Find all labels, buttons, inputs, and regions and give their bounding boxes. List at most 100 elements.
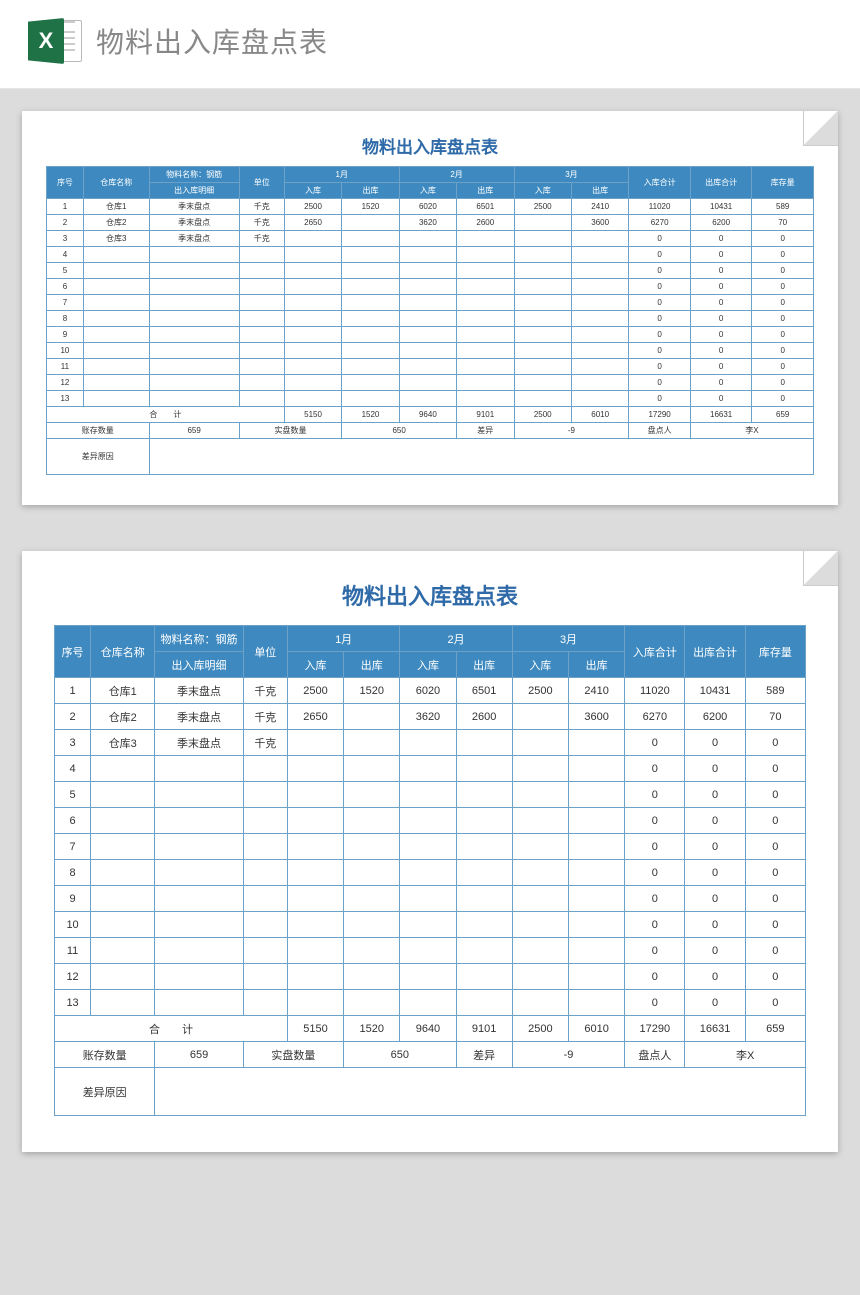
cell-m1in — [284, 359, 341, 375]
cell-m3in — [512, 782, 568, 808]
cell-warehouse — [83, 263, 149, 279]
table-row: 2仓库2季末盘点千克26503620260036006270620070 — [47, 215, 814, 231]
cell-tin: 0 — [629, 359, 691, 375]
cell-m2in: 3620 — [399, 215, 456, 231]
th-in: 入库 — [512, 652, 568, 678]
cell-tin: 0 — [629, 231, 691, 247]
cell-seq: 12 — [55, 964, 91, 990]
cell-m2in — [400, 808, 456, 834]
cell-m3out — [571, 295, 628, 311]
cell-unit — [239, 343, 284, 359]
cell-tin: 0 — [629, 263, 691, 279]
cell-m2out — [456, 756, 512, 782]
table-row: 5000 — [55, 782, 806, 808]
cell-seq: 6 — [55, 808, 91, 834]
cell-unit — [243, 782, 287, 808]
cell-m3in — [514, 279, 571, 295]
cell-m3out — [569, 756, 625, 782]
cell-tout: 0 — [685, 886, 745, 912]
diff: -9 — [512, 1042, 624, 1068]
cell-detail — [149, 343, 239, 359]
cell-m1in — [284, 391, 341, 407]
cell-m3in — [512, 756, 568, 782]
cell-stock: 0 — [745, 990, 805, 1016]
cell-detail — [155, 990, 243, 1016]
cell-m1out — [342, 215, 399, 231]
cell-seq: 11 — [47, 359, 84, 375]
page-title: 物料出入库盘点表 — [96, 21, 328, 61]
cell-warehouse: 仓库1 — [83, 199, 149, 215]
cell-m1out — [344, 886, 400, 912]
cell-seq: 3 — [55, 730, 91, 756]
actual-qty: 650 — [342, 423, 457, 439]
cell-detail — [155, 886, 243, 912]
cell-unit — [243, 808, 287, 834]
cell-warehouse — [83, 391, 149, 407]
cell-m3in — [514, 311, 571, 327]
cell-stock: 0 — [745, 860, 805, 886]
cell-detail — [149, 375, 239, 391]
th-seq: 序号 — [47, 167, 84, 199]
actual-qty-label: 实盘数量 — [239, 423, 342, 439]
cell-m2in — [399, 231, 456, 247]
cell-m2in — [400, 782, 456, 808]
cell-m1out — [342, 343, 399, 359]
cell-m2in — [400, 756, 456, 782]
cell-m3in — [514, 359, 571, 375]
cell-m3in — [514, 391, 571, 407]
cell-seq: 8 — [55, 860, 91, 886]
cell-unit — [239, 311, 284, 327]
cell-m2out — [456, 808, 512, 834]
cell-warehouse — [91, 912, 155, 938]
cell-m3in — [512, 938, 568, 964]
cell-tout: 0 — [685, 834, 745, 860]
th-stock: 库存量 — [752, 167, 814, 199]
table-header: 序号 仓库名称 物料名称：钢筋 单位 1月 2月 3月 入库合计 出库合计 库存… — [47, 167, 814, 199]
cell-stock: 0 — [745, 912, 805, 938]
cell-m3in — [514, 231, 571, 247]
cell-m2out — [456, 860, 512, 886]
cell-m2in — [400, 886, 456, 912]
cell-tout: 0 — [685, 964, 745, 990]
cell-unit — [239, 359, 284, 375]
cell-m1in — [287, 808, 343, 834]
table-row: 11000 — [47, 359, 814, 375]
cell: 16631 — [690, 407, 752, 423]
table-row: 13000 — [47, 391, 814, 407]
cell-m3in: 2500 — [512, 678, 568, 704]
totals-label: 合 计 — [55, 1016, 288, 1042]
cell-tin: 0 — [629, 311, 691, 327]
cell-tout: 0 — [690, 359, 752, 375]
cell-seq: 10 — [55, 912, 91, 938]
cell-m3out — [569, 730, 625, 756]
cell-detail — [149, 263, 239, 279]
cell-m3in — [512, 964, 568, 990]
excel-badge: X — [28, 18, 64, 64]
reason-row: 差异原因 — [55, 1068, 806, 1116]
cell-tin: 0 — [629, 343, 691, 359]
cell-m3out — [569, 964, 625, 990]
summary-row: 账存数量 659 实盘数量 650 差异 -9 盘点人 李X — [55, 1042, 806, 1068]
cell-warehouse — [91, 938, 155, 964]
cell: 9101 — [456, 1016, 512, 1042]
summary-row: 账存数量 659 实盘数量 650 差异 -9 盘点人 李X — [47, 423, 814, 439]
cell-m1in — [284, 295, 341, 311]
reason — [149, 439, 813, 475]
cell-tin: 0 — [625, 782, 685, 808]
cell-seq: 13 — [55, 990, 91, 1016]
cell-m3out — [569, 912, 625, 938]
cell-m3out — [569, 938, 625, 964]
table-row: 10000 — [55, 912, 806, 938]
cell-m2in — [399, 263, 456, 279]
cell-warehouse — [91, 860, 155, 886]
cell-tout: 0 — [685, 756, 745, 782]
cell-m3out — [569, 834, 625, 860]
cell-m1out — [344, 990, 400, 1016]
cell-unit — [243, 860, 287, 886]
cell-tout: 0 — [690, 391, 752, 407]
cell-m1out — [344, 704, 400, 730]
cell-m1in: 2500 — [284, 199, 341, 215]
cell: 9640 — [399, 407, 456, 423]
cell: 1520 — [344, 1016, 400, 1042]
th-outtotal: 出库合计 — [690, 167, 752, 199]
